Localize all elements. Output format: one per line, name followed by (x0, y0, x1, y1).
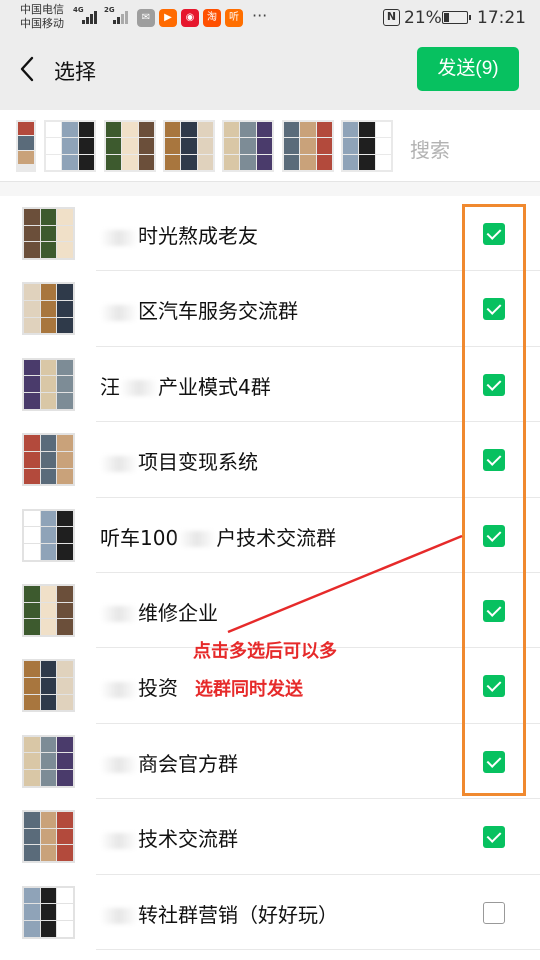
wechat-icon: ✉ (137, 9, 155, 27)
group-name-visible-end: 时光熬成老友 (138, 224, 258, 248)
group-row[interactable]: 商会官方群 (0, 724, 540, 800)
taobao-icon: 淘 (203, 9, 221, 27)
group-name-visible-end: 户技术交流群 (216, 525, 337, 550)
group-avatar (22, 282, 75, 336)
redacted-text (100, 757, 138, 774)
group-name: 商会官方群 (100, 748, 238, 777)
clock: 17:21 (477, 8, 526, 28)
selected-group-thumb[interactable] (44, 120, 96, 172)
battery-percent: 21% (404, 8, 442, 28)
selected-group-thumb[interactable] (341, 120, 393, 172)
group-name-visible-start: 汪 (100, 374, 120, 399)
group-avatar (22, 357, 75, 411)
group-name-visible-end: 转社群营销（好好玩） (138, 902, 338, 927)
redacted-text (100, 455, 138, 472)
group-name: 听车100 户技术交流群 (100, 522, 336, 551)
back-icon[interactable] (14, 54, 44, 84)
redacted-text (100, 832, 138, 849)
group-name: 投资 (100, 672, 178, 701)
group-name-visible-end: 维修企业 (138, 600, 218, 625)
redacted-text (100, 606, 138, 623)
row-divider (96, 948, 540, 950)
selected-group-thumb[interactable] (222, 120, 274, 172)
group-avatar (22, 433, 75, 487)
redacted-text (100, 304, 138, 321)
group-name-visible-end: 技术交流群 (138, 827, 238, 852)
group-name-visible-end: 投资 (138, 676, 178, 701)
group-avatar (22, 810, 75, 864)
status-bar: 中国电信 中国移动 4G 2G ✉ ▶ ◉ 淘听 ··· N 21% 17:21 (0, 0, 540, 36)
redacted-text (120, 380, 158, 397)
annotation-text-1: 点击多选后可以多 (193, 641, 337, 662)
group-row[interactable]: 听车100 户技术交流群 (0, 498, 540, 573)
checkbox-checked[interactable] (483, 826, 505, 849)
selected-groups-strip: 搜索 (0, 110, 540, 182)
group-name-visible-end: 商会官方群 (138, 751, 238, 776)
carrier-info: 中国电信 中国移动 (20, 3, 64, 31)
group-name: 转社群营销（好好玩） (100, 899, 338, 928)
selected-group-thumb[interactable] (163, 120, 215, 172)
group-avatar (22, 734, 75, 788)
group-avatar (22, 885, 75, 939)
group-name: 维修企业 (100, 597, 218, 626)
carrier-1: 中国电信 (20, 3, 64, 16)
redacted-text (178, 531, 217, 548)
group-avatar (22, 508, 75, 562)
group-name: 项目变现系统 (100, 446, 258, 475)
group-avatar (22, 659, 75, 713)
nfc-icon: N (383, 9, 400, 26)
group-name: 汪 产业模式4群 (100, 371, 271, 400)
group-name: 技术交流群 (100, 823, 238, 852)
group-avatar (22, 207, 75, 260)
redacted-text (100, 681, 138, 698)
video-app-icon: ▶ (159, 9, 177, 27)
redacted-text (100, 908, 138, 925)
group-name: 区汽车服务交流群 (100, 295, 298, 324)
battery-icon (442, 11, 471, 24)
weibo-icon: ◉ (181, 9, 199, 27)
signal-2-icon (113, 10, 128, 24)
group-avatar (22, 583, 75, 637)
group-name-visible-end: 产业模式4群 (158, 374, 271, 399)
annotation-highlight-box (462, 204, 526, 796)
group-list: 时光熬成老友区汽车服务交流群汪 产业模式4群项目变现系统听车100 户技术交流群维修… (0, 196, 540, 950)
annotation-text-2: 选群同时发送 (193, 675, 305, 701)
group-name-visible-end: 项目变现系统 (138, 450, 258, 475)
selected-group-thumb[interactable] (16, 120, 36, 172)
more-notifications-icon: ··· (252, 6, 268, 25)
group-row[interactable]: 时光熬成老友 (0, 196, 540, 272)
checkbox-unchecked[interactable] (483, 901, 505, 924)
send-button[interactable]: 发送(9) (417, 47, 519, 91)
carrier-2: 中国移动 (20, 17, 64, 30)
redacted-text (100, 229, 138, 246)
selected-group-thumb[interactable] (282, 120, 334, 172)
listen-app-icon: 听 (225, 9, 243, 27)
group-row[interactable]: 转社群营销（好好玩） (0, 875, 540, 950)
group-row[interactable]: 项目变现系统 (0, 422, 540, 498)
group-name-visible-start: 听车100 (100, 525, 179, 550)
group-name-visible-end: 区汽车服务交流群 (138, 299, 298, 324)
search-input[interactable]: 搜索 (410, 134, 450, 163)
header-bar: 选择 发送(9) (0, 36, 540, 110)
section-spacer (0, 182, 540, 196)
page-title: 选择 (54, 60, 96, 84)
selected-group-thumb[interactable] (104, 120, 156, 172)
group-row[interactable]: 技术交流群 (0, 799, 540, 875)
group-row[interactable]: 汪 产业模式4群 (0, 347, 540, 423)
group-row[interactable]: 区汽车服务交流群 (0, 271, 540, 347)
signal-1-icon (82, 10, 97, 24)
group-name: 时光熬成老友 (100, 220, 258, 249)
